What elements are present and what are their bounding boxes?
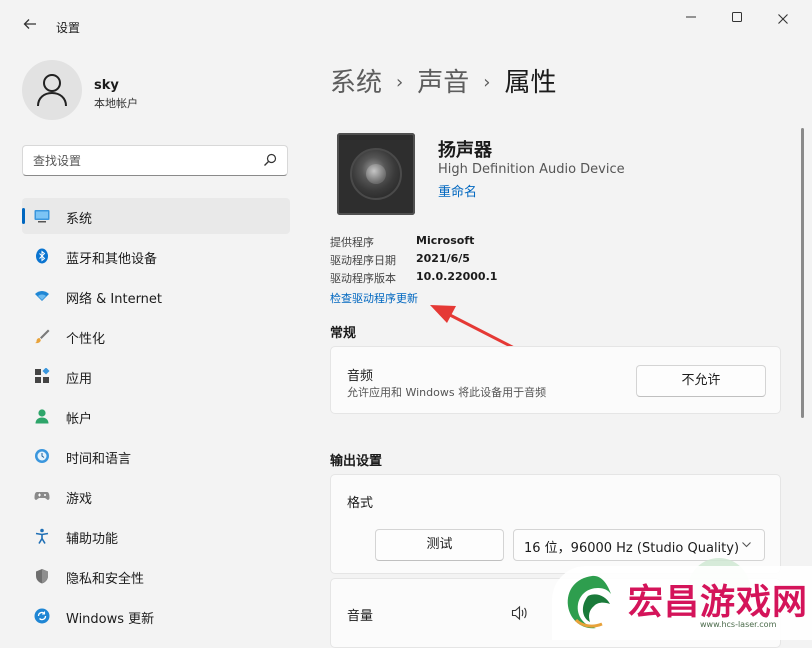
user-icon: [37, 74, 67, 107]
watermark-logo-icon: [567, 575, 611, 629]
property-value: 2021/6/5: [416, 252, 470, 265]
audio-card: 音频 允许应用和 Windows 将此设备用于音频 不允许: [330, 346, 781, 414]
search-icon[interactable]: [263, 153, 277, 167]
sidebar-item-bluetooth[interactable]: 蓝牙和其他设备: [22, 238, 290, 274]
device-name: 扬声器: [438, 140, 492, 161]
sidebar-item-label: 个性化: [66, 332, 106, 347]
minimize-icon: [686, 16, 696, 18]
format-select-value: 16 位，96000 Hz (Studio Quality): [524, 541, 740, 556]
privacy-icon: [36, 569, 48, 584]
watermark: 宏昌游戏网 www.hcs-laser.com: [552, 566, 812, 640]
sidebar-item-label: 时间和语言: [66, 452, 132, 467]
maximize-icon: [732, 12, 742, 22]
sidebar-item-gaming[interactable]: 游戏: [22, 478, 290, 514]
scrollbar[interactable]: [801, 128, 804, 418]
breadcrumb-separator: ›: [396, 72, 404, 93]
minimize-button[interactable]: [678, 10, 704, 30]
apps-icon: [35, 368, 50, 383]
back-button[interactable]: [20, 16, 40, 36]
property-value: 10.0.22000.1: [416, 270, 498, 283]
property-label: 驱动程序版本: [330, 272, 396, 285]
audio-description: 允许应用和 Windows 将此设备用于音频: [347, 386, 547, 399]
disallow-audio-button[interactable]: 不允许: [636, 365, 766, 397]
avatar: [22, 60, 82, 120]
property-label: 提供程序: [330, 236, 374, 249]
search-input[interactable]: [33, 151, 253, 171]
property-label: 驱动程序日期: [330, 254, 396, 267]
search-box[interactable]: [22, 145, 288, 176]
rename-link[interactable]: 重命名: [438, 181, 477, 200]
breadcrumb-separator: ›: [483, 72, 491, 93]
account-type: 本地帐户: [94, 97, 138, 110]
property-value: Microsoft: [416, 234, 475, 247]
sidebar-item-personalization[interactable]: 个性化: [22, 318, 290, 354]
watermark-text: 宏昌游戏网: [628, 583, 809, 623]
sidebar-item-label: 辅助功能: [66, 532, 119, 547]
bluetooth-icon: [36, 248, 48, 264]
volume-title: 音量: [347, 609, 374, 624]
speaker-dust-cap: [366, 164, 386, 184]
sidebar-item-network[interactable]: 网络 & Internet: [22, 278, 290, 314]
accessibility-icon: [35, 528, 49, 544]
watermark-url: www.hcs-laser.com: [700, 620, 777, 629]
breadcrumb: 系统 › 声音 › 属性: [330, 62, 556, 99]
sidebar-item-apps[interactable]: 应用: [22, 358, 290, 394]
system-icon: [34, 210, 50, 223]
sidebar-item-privacy[interactable]: 隐私和安全性: [22, 558, 290, 594]
sidebar-item-label: 游戏: [66, 492, 93, 507]
close-button[interactable]: [770, 10, 796, 30]
format-title: 格式: [347, 496, 374, 511]
general-section-title: 常规: [330, 326, 357, 341]
format-select[interactable]: 16 位，96000 Hz (Studio Quality): [513, 529, 765, 561]
page-title: 属性: [504, 68, 557, 98]
sidebar-item-system[interactable]: 系统: [22, 198, 290, 234]
sidebar-item-accessibility[interactable]: 辅助功能: [22, 518, 290, 554]
gaming-icon: [34, 492, 50, 500]
speaker-icon: [337, 133, 415, 215]
sidebar-item-accounts[interactable]: 帐户: [22, 398, 290, 434]
sidebar-item-time-language[interactable]: 时间和语言: [22, 438, 290, 474]
accounts-icon: [35, 409, 49, 424]
close-icon: [778, 14, 788, 24]
output-section-title: 输出设置: [330, 454, 383, 469]
time-language-icon: [35, 449, 49, 463]
sidebar-item-label: 蓝牙和其他设备: [66, 252, 158, 267]
back-arrow-icon: [23, 19, 36, 29]
device-description: High Definition Audio Device: [438, 162, 625, 177]
sidebar-item-label: 隐私和安全性: [66, 572, 145, 587]
breadcrumb-sound[interactable]: 声音: [417, 68, 469, 98]
audio-title: 音频: [347, 369, 374, 384]
chevron-down-icon: [742, 542, 751, 548]
maximize-button[interactable]: [724, 10, 750, 30]
sidebar-nav: 系统 蓝牙和其他设备 网络 & Internet 个性化 应用 帐户 时间和语言…: [22, 198, 290, 638]
sidebar-item-label: 网络 & Internet: [66, 292, 163, 307]
title-bar: 设置: [0, 0, 812, 46]
sidebar-item-label: Windows 更新: [66, 612, 155, 627]
volume-icon[interactable]: [511, 605, 531, 621]
sidebar-item-label: 应用: [66, 372, 93, 387]
windows-update-icon: [34, 608, 50, 624]
sidebar-item-windows-update[interactable]: Windows 更新: [22, 598, 290, 634]
network-icon: [35, 291, 49, 301]
sidebar-item-label: 帐户: [66, 412, 93, 427]
test-button[interactable]: 测试: [375, 529, 504, 561]
check-driver-update-link[interactable]: 检查驱动程序更新: [330, 290, 418, 306]
app-title: 设置: [56, 21, 81, 35]
personalization-icon: [35, 329, 50, 344]
sidebar-item-label: 系统: [66, 212, 93, 227]
user-name: sky: [94, 78, 119, 93]
breadcrumb-system[interactable]: 系统: [330, 68, 382, 98]
user-profile[interactable]: sky 本地帐户: [22, 60, 138, 120]
